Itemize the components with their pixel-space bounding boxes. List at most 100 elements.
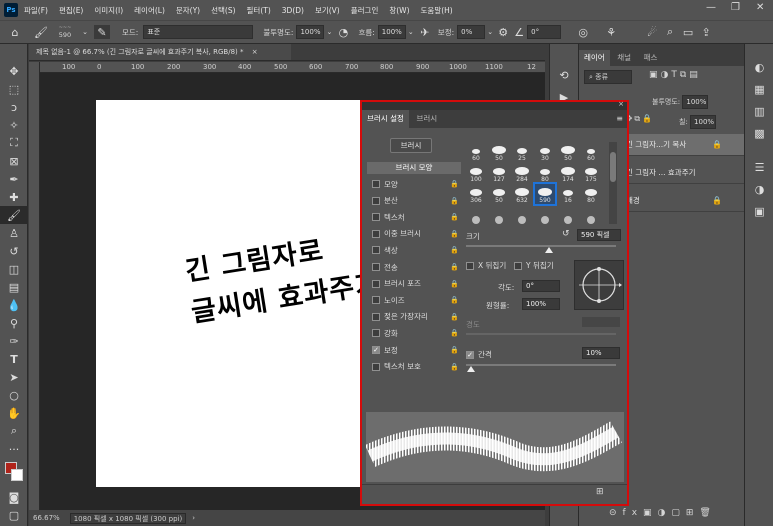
brush-tip-shape-item[interactable]: 브러시 모양 bbox=[367, 162, 461, 174]
discover-icon[interactable]: ☄ bbox=[643, 26, 661, 39]
menu-layer[interactable]: 레이어(L) bbox=[134, 5, 165, 16]
pressure-size-icon[interactable]: ◎ bbox=[575, 26, 591, 39]
brush-option-checkbox[interactable] bbox=[372, 362, 380, 371]
brush-tip[interactable] bbox=[489, 205, 509, 225]
brush-option-checkbox[interactable]: ✓ bbox=[372, 346, 380, 354]
move-tool-icon[interactable]: ✥ bbox=[0, 62, 28, 80]
brush-tip[interactable]: 590 bbox=[533, 182, 557, 206]
brush-tip[interactable]: 80 bbox=[535, 163, 555, 183]
menu-window[interactable]: 창(W) bbox=[389, 5, 409, 16]
marquee-tool-icon[interactable]: ⬚ bbox=[0, 80, 28, 98]
brush-tip[interactable]: 80 bbox=[581, 184, 601, 204]
brush-option-checkbox[interactable] bbox=[372, 312, 380, 321]
lock-icon[interactable]: 🔒 bbox=[450, 329, 459, 337]
close-icon[interactable]: ✕ bbox=[756, 2, 764, 13]
brush-tip[interactable]: 60 bbox=[466, 142, 486, 162]
spacing-slider[interactable] bbox=[466, 364, 616, 366]
minimize-icon[interactable]: — bbox=[706, 2, 716, 13]
clone-stamp-tool-icon[interactable]: ♙ bbox=[0, 224, 28, 242]
flow-field[interactable]: 100% bbox=[377, 25, 406, 39]
menu-image[interactable]: 이미지(I) bbox=[94, 5, 123, 16]
crop-tool-icon[interactable]: ⛶ bbox=[0, 134, 28, 152]
shape-tool-icon[interactable]: ○ bbox=[0, 386, 28, 404]
flip-y-option[interactable]: Y 뒤집기 bbox=[514, 260, 554, 271]
history-brush-tool-icon[interactable]: ↺ bbox=[0, 242, 28, 260]
brush-tip[interactable]: 60 bbox=[581, 142, 601, 162]
roundness-field[interactable]: 100% bbox=[522, 298, 560, 310]
tab-layers[interactable]: 레이어 bbox=[579, 50, 610, 66]
spacing-checkbox[interactable]: ✓ bbox=[466, 350, 474, 359]
dodge-tool-icon[interactable]: ⚲ bbox=[0, 314, 28, 332]
flip-x-checkbox[interactable] bbox=[466, 261, 474, 270]
new-brush-icon[interactable]: ⊞ bbox=[596, 487, 604, 497]
layer-actions[interactable]: ⊝fx▣◑▢⊞🗑 bbox=[609, 508, 717, 518]
brush-option-row[interactable]: 강화 🔒 bbox=[372, 326, 461, 340]
type-tool-icon[interactable]: T bbox=[0, 350, 28, 368]
menu-3d[interactable]: 3D(D) bbox=[282, 6, 304, 15]
brushes-button[interactable]: 브러시 bbox=[390, 138, 432, 153]
smoothing-field[interactable]: 0% bbox=[457, 25, 486, 39]
quick-mask-icon[interactable]: ◙ bbox=[0, 488, 28, 506]
color-swatches[interactable] bbox=[0, 458, 27, 488]
lock-icon[interactable]: 🔒 bbox=[450, 213, 459, 221]
gear-icon[interactable]: ⚙ bbox=[495, 26, 511, 39]
pressure-opacity-icon[interactable]: ◔ bbox=[334, 26, 352, 39]
restore-icon[interactable]: ❐ bbox=[731, 2, 740, 13]
brush-preset-picker[interactable]: ~~~ 590 bbox=[50, 25, 80, 39]
brush-option-checkbox[interactable] bbox=[372, 279, 380, 288]
brush-settings-toggle-icon[interactable]: ✎ bbox=[94, 25, 110, 39]
scrollbar[interactable] bbox=[609, 142, 617, 224]
opacity-field[interactable]: 100% bbox=[296, 25, 325, 39]
reset-size-icon[interactable]: ↺ bbox=[562, 229, 570, 239]
chevron-down-icon[interactable]: ⌄ bbox=[485, 28, 495, 36]
brush-tip[interactable]: 632 bbox=[512, 184, 532, 204]
brush-option-checkbox[interactable] bbox=[372, 296, 380, 305]
menu-type[interactable]: 문자(Y) bbox=[176, 5, 200, 16]
brush-option-row[interactable]: 젖은 가장자리 🔒 bbox=[372, 310, 461, 324]
healing-tool-icon[interactable]: ✚ bbox=[0, 188, 28, 206]
adjustments-panel-icon[interactable]: ◑ bbox=[745, 178, 773, 200]
layer-filter-select[interactable]: ⌕ 종류 bbox=[584, 70, 632, 84]
angle-field[interactable]: 0° bbox=[522, 280, 560, 292]
brush-option-row[interactable]: 텍스처 보호 🔒 bbox=[372, 360, 461, 374]
swatches-panel-icon[interactable]: ▦ bbox=[745, 78, 773, 100]
blur-tool-icon[interactable]: 💧 bbox=[0, 296, 28, 314]
close-icon[interactable]: × bbox=[252, 48, 258, 56]
tab-paths[interactable]: 패스 bbox=[639, 50, 663, 66]
chevron-right-icon[interactable]: › bbox=[192, 514, 195, 522]
brush-option-row[interactable]: ✓ 보정 🔒 bbox=[372, 343, 461, 357]
color-panel-icon[interactable]: ◐ bbox=[745, 56, 773, 78]
frame-tool-icon[interactable]: ⊠ bbox=[0, 152, 28, 170]
menu-help[interactable]: 도움말(H) bbox=[421, 5, 453, 16]
share-icon[interactable]: ⇪ bbox=[697, 26, 715, 39]
brush-option-row[interactable]: 모양 🔒 bbox=[372, 177, 461, 191]
brush-tip[interactable]: 50 bbox=[558, 142, 578, 162]
lasso-tool-icon[interactable]: ↄ bbox=[0, 98, 28, 116]
lock-icon[interactable]: 🔒 bbox=[450, 180, 459, 188]
zoom-level[interactable]: 66.67% bbox=[33, 514, 60, 522]
lock-icon[interactable]: 🔒 bbox=[450, 296, 459, 304]
menu-view[interactable]: 보기(V) bbox=[315, 5, 340, 16]
lock-icon[interactable]: 🔒 bbox=[450, 263, 459, 271]
brush-option-checkbox[interactable] bbox=[372, 196, 380, 205]
brush-tip-grid[interactable]: 60 50 25 30 50 60 100 127 284 80 174 175 306 50 632 590… bbox=[466, 142, 606, 224]
panel-menu-icon[interactable]: ≡ bbox=[616, 114, 623, 123]
brush-option-checkbox[interactable] bbox=[372, 246, 380, 255]
lock-icon[interactable]: 🔒 bbox=[450, 363, 459, 371]
history-panel-icon[interactable]: ⟲ bbox=[550, 64, 578, 86]
brush-tip[interactable]: 284 bbox=[512, 163, 532, 183]
brush-tip[interactable] bbox=[581, 205, 601, 225]
brush-option-row[interactable]: 브러시 포즈 🔒 bbox=[372, 277, 461, 291]
brush-option-checkbox[interactable] bbox=[372, 229, 380, 238]
flip-y-checkbox[interactable] bbox=[514, 261, 522, 270]
brush-tool-icon[interactable]: 🖌 bbox=[34, 26, 48, 39]
chevron-down-icon[interactable]: ⌄ bbox=[324, 28, 334, 36]
tab-brushes[interactable]: 브러시 bbox=[411, 110, 442, 128]
brush-option-row[interactable]: 전송 🔒 bbox=[372, 260, 461, 274]
brush-tip[interactable] bbox=[512, 205, 532, 225]
lock-icon[interactable]: 🔒 bbox=[450, 246, 459, 254]
brush-option-row[interactable]: 노이즈 🔒 bbox=[372, 293, 461, 307]
size-slider[interactable] bbox=[466, 245, 616, 247]
symmetry-icon[interactable]: ⚘ bbox=[603, 26, 619, 39]
size-field[interactable]: 590 픽셀 bbox=[577, 229, 621, 241]
